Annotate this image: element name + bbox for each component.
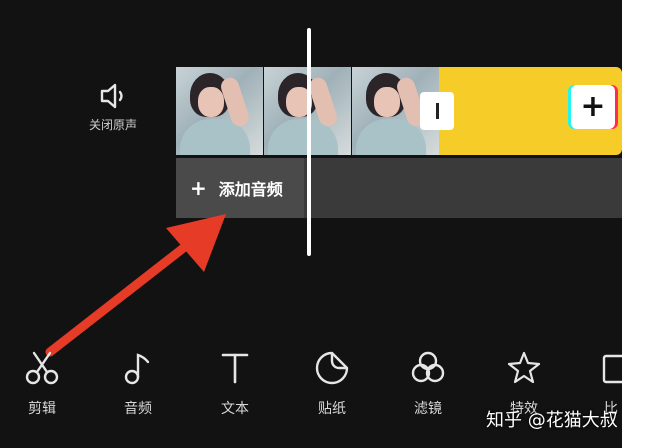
- sticker-icon: [315, 351, 349, 385]
- tool-label: 剪辑: [28, 401, 56, 417]
- bottom-toolbar: 剪辑 音频 文本 贴纸 滤镜 特效 比: [0, 350, 622, 448]
- tool-label: 滤镜: [414, 401, 442, 417]
- scissors-icon: [25, 351, 59, 385]
- ratio-icon: [602, 354, 622, 384]
- tool-label: 文本: [221, 401, 249, 417]
- watermark: 知乎 @花猫大叔: [486, 410, 618, 431]
- filter-icon: [411, 351, 445, 383]
- text-icon: [221, 353, 249, 384]
- tool-label: 音频: [124, 401, 152, 417]
- tool-audio[interactable]: 音频: [108, 350, 168, 418]
- effects-star-icon: [507, 351, 541, 384]
- tool-edit[interactable]: 剪辑: [12, 350, 72, 418]
- tool-label: 贴纸: [318, 401, 346, 417]
- tool-sticker[interactable]: 贴纸: [302, 350, 362, 418]
- music-note-icon: [124, 353, 150, 385]
- tool-text[interactable]: 文本: [205, 350, 265, 418]
- tool-filter[interactable]: 滤镜: [398, 350, 458, 418]
